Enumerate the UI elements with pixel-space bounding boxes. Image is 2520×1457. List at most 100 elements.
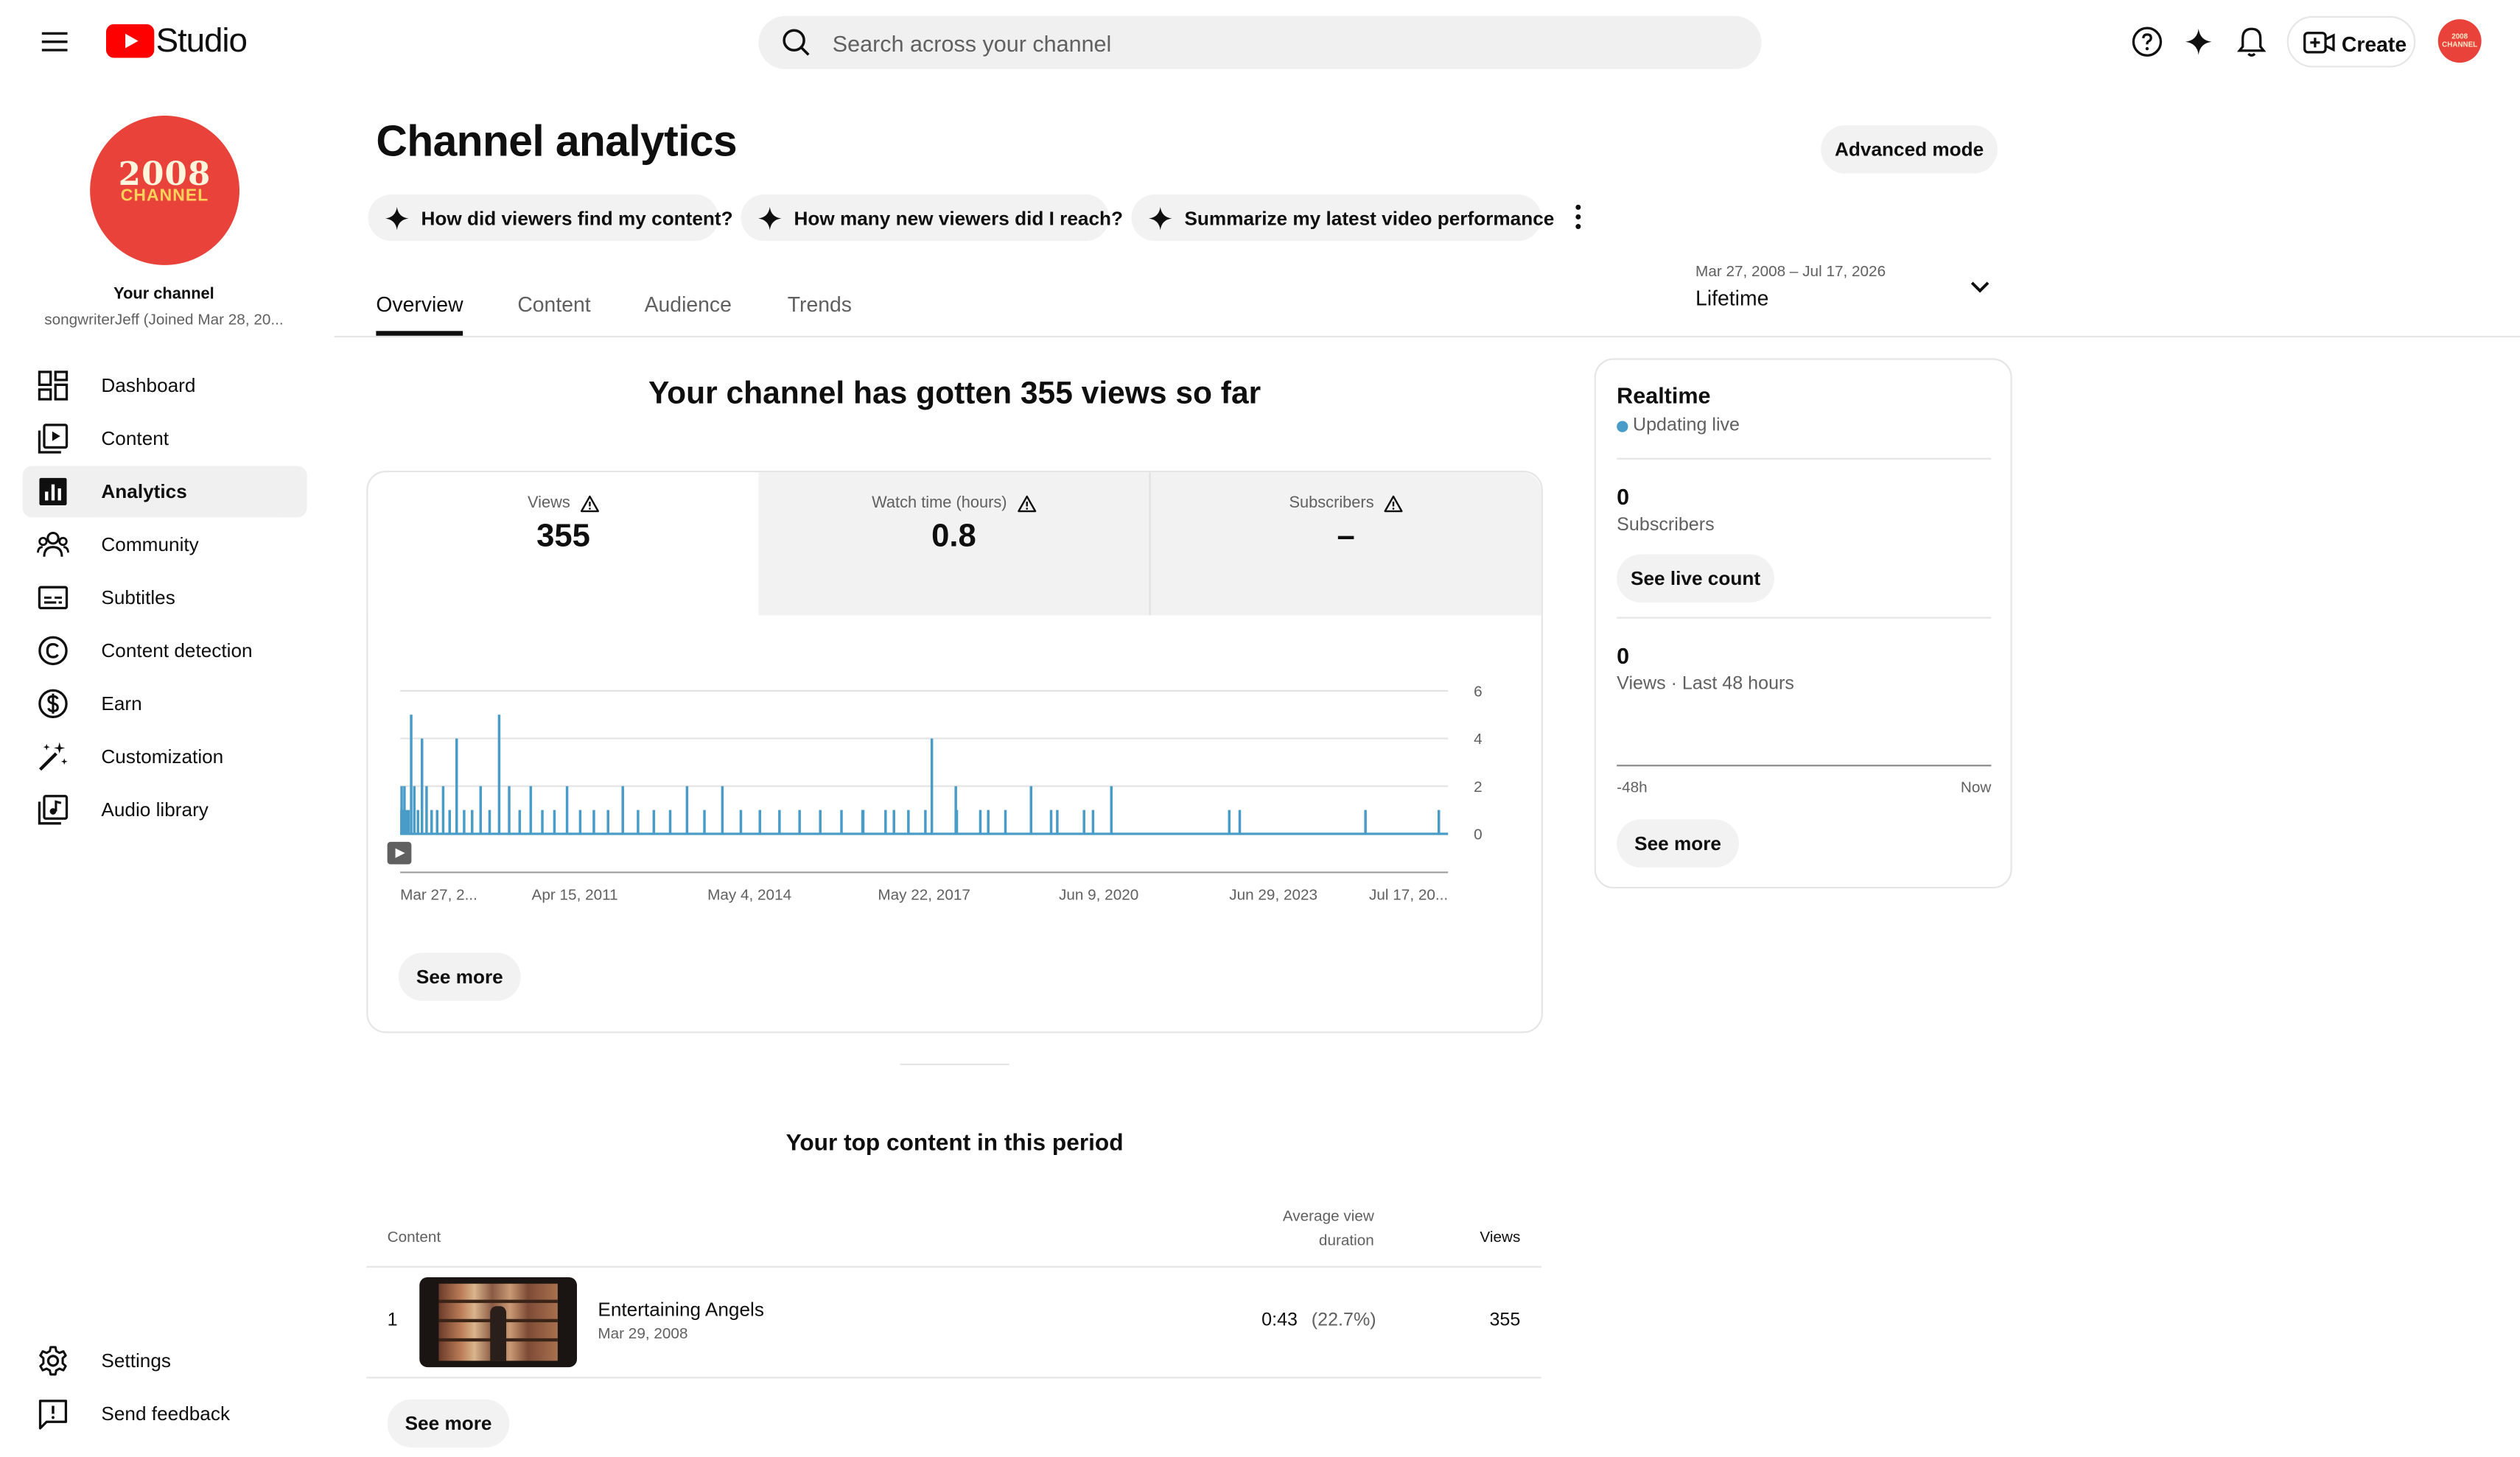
chart-bar[interactable] [413, 786, 416, 834]
tab-audience[interactable]: Audience [645, 292, 732, 317]
account-avatar[interactable]: 2008 CHANNEL [2437, 19, 2482, 63]
chart-bar[interactable] [1364, 810, 1367, 834]
chart-bar[interactable] [652, 810, 656, 834]
sidebar-item-audio-library[interactable]: Audio library [23, 784, 307, 835]
date-range-picker[interactable]: Mar 27, 2008 – Jul 17, 2026 Lifetime [1679, 257, 2006, 321]
chart-bar[interactable] [819, 810, 822, 834]
chart-bar[interactable] [529, 786, 533, 834]
sidebar-item-earn[interactable]: Earn [23, 678, 307, 729]
chart-bar[interactable] [1029, 786, 1033, 834]
table-row[interactable]: 1 Entertaining Angels Mar 29, 2008 0:43 … [366, 1268, 1541, 1377]
chart-bar[interactable] [430, 810, 433, 834]
sidebar-item-settings[interactable]: Settings [23, 1335, 307, 1386]
chart-bar[interactable] [416, 810, 419, 834]
chart-bar[interactable] [1238, 810, 1242, 834]
chart-bar[interactable] [892, 810, 895, 834]
search-bar[interactable]: Search across your channel [758, 15, 1762, 69]
chart-bar[interactable] [861, 810, 864, 834]
chart-bar[interactable] [553, 810, 556, 834]
sidebar-item-content[interactable]: Content [23, 413, 307, 465]
ask-chip-1[interactable]: How did viewers find my content? [368, 194, 733, 242]
chart-bar[interactable] [1091, 810, 1095, 834]
sidebar-item-send-feedback[interactable]: Send feedback [23, 1388, 307, 1439]
tab-overview[interactable]: Overview [376, 292, 463, 317]
column-header-avd[interactable]: Average view duration [1222, 1205, 1374, 1253]
chart-bar[interactable] [592, 810, 595, 834]
chart-bar[interactable] [441, 786, 445, 834]
chart-bar[interactable] [930, 738, 934, 834]
overview-see-more-button[interactable]: See more [398, 952, 521, 1001]
top-content-see-more-button[interactable]: See more [387, 1399, 510, 1448]
chart-bar[interactable] [884, 810, 887, 834]
chart-bar[interactable] [508, 786, 511, 834]
channel-avatar[interactable]: 2008 CHANNEL [90, 116, 239, 265]
chart-bar[interactable] [1437, 810, 1441, 834]
metric-views[interactable]: Views 355 [368, 472, 759, 616]
metric-subscribers[interactable]: Subscribers – [1149, 472, 1541, 616]
chart-bar[interactable] [907, 810, 910, 834]
chart-bar[interactable] [1004, 810, 1007, 834]
chart-bar[interactable] [840, 810, 843, 834]
search-input[interactable]: Search across your channel [833, 30, 1112, 56]
chart-bar[interactable] [425, 786, 428, 834]
video-thumbnail[interactable] [419, 1277, 578, 1368]
chart-bar[interactable] [410, 715, 413, 834]
sidebar-item-community[interactable]: Community [23, 519, 307, 570]
chart-bar[interactable] [798, 810, 801, 834]
chart-bar[interactable] [421, 738, 424, 834]
chart-bar[interactable] [463, 810, 466, 834]
metric-watch-time[interactable]: Watch time (hours) 0.8 [758, 472, 1149, 616]
chart-bar[interactable] [955, 810, 959, 834]
tab-trends[interactable]: Trends [788, 292, 852, 317]
chart-bar[interactable] [565, 786, 569, 834]
sidebar-item-customization[interactable]: Customization [23, 731, 307, 782]
chart-bar[interactable] [1228, 810, 1231, 834]
ask-chip-2[interactable]: How many new viewers did I reach? [741, 194, 1123, 242]
chart-bar[interactable] [668, 810, 672, 834]
chart-bar[interactable] [979, 810, 982, 834]
chart-bar[interactable] [621, 786, 624, 834]
help-icon[interactable] [2128, 23, 2166, 61]
chart-bar[interactable] [758, 810, 762, 834]
chart-bar[interactable] [405, 810, 408, 834]
chart-bar[interactable] [1049, 810, 1053, 834]
chart-bar[interactable] [435, 810, 439, 834]
chart-bar[interactable] [497, 715, 501, 834]
chart-bar[interactable] [924, 810, 927, 834]
chart-bar[interactable] [739, 810, 743, 834]
chart-bar[interactable] [471, 810, 474, 834]
chart-bar[interactable] [488, 810, 491, 834]
sidebar-item-dashboard[interactable]: Dashboard [23, 360, 307, 412]
chart-bar[interactable] [1110, 786, 1113, 834]
chart-bar[interactable] [578, 810, 582, 834]
menu-icon[interactable] [35, 23, 74, 61]
chart-bar[interactable] [778, 810, 781, 834]
chart-bar[interactable] [541, 810, 544, 834]
advanced-mode-button[interactable]: Advanced mode [1821, 125, 1998, 174]
chart-bar[interactable] [1082, 810, 1085, 834]
notifications-bell-icon[interactable] [2233, 23, 2271, 61]
see-live-count-button[interactable]: See live count [1617, 554, 1774, 603]
realtime-see-more-button[interactable]: See more [1617, 819, 1739, 868]
chart-bar[interactable] [987, 810, 990, 834]
chart-bar[interactable] [479, 786, 483, 834]
more-vert-icon[interactable] [1569, 203, 1588, 231]
chart-bar[interactable] [448, 810, 451, 834]
sidebar-item-subtitles[interactable]: Subtitles [23, 572, 307, 623]
chart-bar[interactable] [518, 810, 522, 834]
sidebar-item-analytics[interactable]: Analytics [22, 466, 307, 518]
chart-bar[interactable] [685, 786, 689, 834]
chart-bar[interactable] [455, 738, 458, 834]
tab-content[interactable]: Content [517, 292, 590, 317]
column-header-views[interactable]: Views [1446, 1229, 1520, 1247]
chart-bar[interactable] [703, 810, 706, 834]
chart-bar[interactable] [1056, 810, 1059, 834]
chart-bar[interactable] [637, 810, 640, 834]
chart-bar[interactable] [606, 810, 609, 834]
chart-bar[interactable] [721, 786, 724, 834]
chart-bar[interactable] [407, 810, 410, 834]
sidebar-item-content-detection[interactable]: Content detection [23, 625, 307, 676]
create-button[interactable]: Create [2286, 15, 2416, 68]
ask-chip-3[interactable]: Summarize my latest video performance [1131, 194, 1554, 242]
video-title[interactable]: Entertaining Angels [598, 1298, 764, 1321]
